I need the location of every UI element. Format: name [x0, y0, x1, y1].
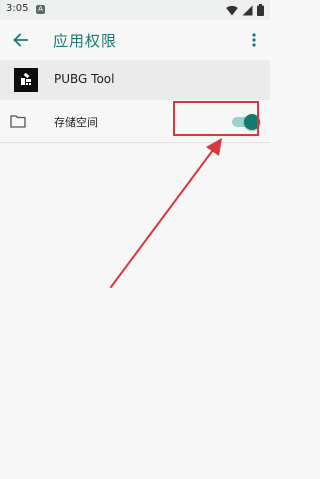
more-vert-icon: [252, 33, 256, 47]
app-header: PUBG Tool: [0, 60, 270, 100]
more-options-button[interactable]: [244, 28, 264, 52]
notification-icon: A: [36, 5, 45, 14]
battery-icon: [257, 4, 264, 16]
status-time: 3:05: [6, 3, 29, 14]
app-name: PUBG Tool: [54, 72, 115, 86]
page-title: 应用权限: [53, 32, 118, 50]
arrow-left-icon: [13, 33, 28, 47]
wifi-icon: [226, 5, 238, 15]
back-button[interactable]: [8, 28, 32, 52]
app-icon: [14, 68, 38, 92]
signal-icon: [242, 5, 253, 15]
annotation-highlight-box: [173, 101, 259, 136]
status-icons: [226, 4, 264, 16]
status-bar: 3:05 A: [0, 0, 270, 20]
app-bar: 应用权限: [0, 20, 270, 60]
permission-label: 存储空间: [54, 116, 98, 129]
folder-icon: [10, 115, 26, 128]
